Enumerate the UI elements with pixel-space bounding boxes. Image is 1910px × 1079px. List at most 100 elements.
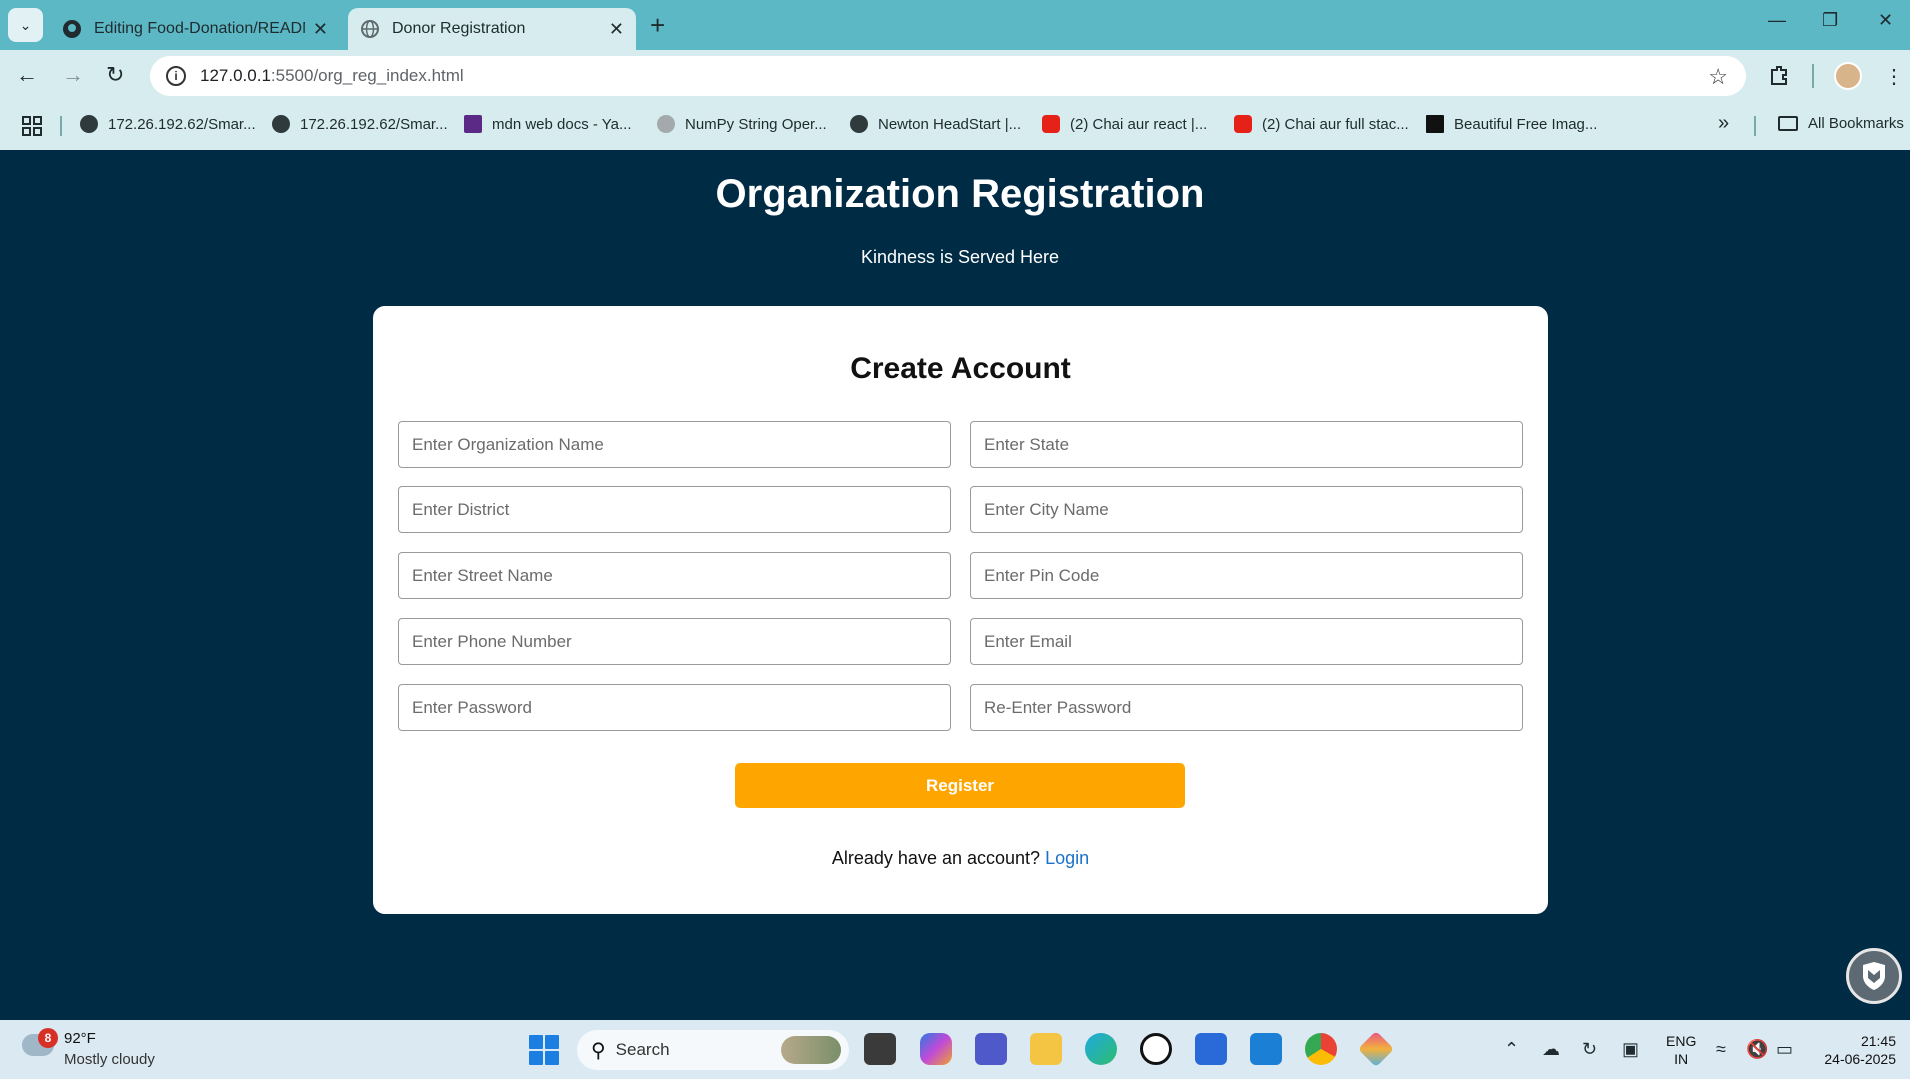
card-title: Create Account <box>850 352 1071 385</box>
bookmark-label: (2) Chai aur react |... <box>1070 115 1208 133</box>
windows-taskbar: 8 92°F Mostly cloudy ⚲ Search ⌃ ☁ ↻ ▣ EN… <box>0 1020 1910 1079</box>
yahoo-icon <box>464 115 482 133</box>
teams-icon[interactable] <box>975 1033 1007 1065</box>
onedrive-icon[interactable]: ☁ <box>1542 1039 1560 1060</box>
system-clock[interactable]: 21:45 24-06-2025 <box>1806 1032 1896 1068</box>
weather-temperature[interactable]: 92°F <box>64 1030 96 1047</box>
language-indicator[interactable]: ENG IN <box>1666 1032 1696 1068</box>
bookmark-item[interactable]: Beautiful Free Imag... <box>1426 115 1597 133</box>
tab-editing-readme[interactable]: Editing Food-Donation/READM ✕ <box>50 8 340 50</box>
menu-kebab-icon[interactable]: ⋮ <box>1884 64 1904 89</box>
profile-avatar[interactable] <box>1834 62 1862 90</box>
all-bookmarks-button[interactable]: All Bookmarks <box>1778 115 1904 132</box>
page-title: Organization Registration <box>715 172 1205 216</box>
github-icon <box>62 19 82 39</box>
chevron-up-icon[interactable]: ⌃ <box>1504 1039 1519 1060</box>
bookmark-label: Newton HeadStart |... <box>878 115 1022 133</box>
address-url[interactable]: 127.0.0.1:5500/org_reg_index.html <box>200 66 464 86</box>
bookmark-item[interactable]: 172.26.192.62/Smar... <box>80 115 256 133</box>
site-info-icon[interactable]: i <box>166 66 186 86</box>
tab-bar: ⌄ Editing Food-Donation/READM ✕ Donor Re… <box>0 0 1910 50</box>
file-explorer-icon[interactable] <box>1030 1033 1062 1065</box>
taskbar-search[interactable]: ⚲ Search <box>577 1030 849 1070</box>
phone-input[interactable] <box>398 618 951 665</box>
youtube-icon <box>1234 115 1252 133</box>
bookmark-label: Beautiful Free Imag... <box>1454 115 1598 133</box>
bookmarks-bar: 172.26.192.62/Smar... 172.26.192.62/Smar… <box>0 102 1910 150</box>
bookmark-item[interactable]: NumPy String Oper... <box>657 115 827 133</box>
dell-icon[interactable] <box>1140 1033 1172 1065</box>
store-icon[interactable] <box>1195 1033 1227 1065</box>
shield-icon[interactable] <box>1846 948 1902 1004</box>
forward-arrow-icon[interactable]: → <box>62 62 84 88</box>
chrome-icon[interactable] <box>1305 1033 1337 1065</box>
password-input[interactable] <box>398 684 951 731</box>
organization-name-input[interactable] <box>398 421 951 468</box>
battery-icon[interactable]: ▭ <box>1776 1039 1793 1060</box>
login-prompt: Already have an account? Login <box>373 848 1548 869</box>
wifi-icon[interactable]: ≈ <box>1716 1039 1726 1060</box>
bookmark-label: NumPy String Oper... <box>685 115 827 133</box>
bookmark-item[interactable]: mdn web docs - Ya... <box>464 115 632 133</box>
region-code: IN <box>1674 1051 1689 1067</box>
globe-icon <box>272 115 290 133</box>
back-arrow-icon[interactable]: ← <box>16 62 38 88</box>
globe-icon <box>360 19 380 39</box>
tab-title: Donor Registration <box>392 20 526 37</box>
bookmark-item[interactable]: 172.26.192.62/Smar... <box>272 115 448 133</box>
url-host: 127.0.0.1 <box>200 66 271 85</box>
task-view-icon[interactable] <box>864 1033 896 1065</box>
search-icon: ⚲ <box>591 1039 606 1062</box>
state-input[interactable] <box>970 421 1523 468</box>
close-icon[interactable]: ✕ <box>313 19 328 40</box>
youtube-icon <box>1042 115 1060 133</box>
app-icon[interactable] <box>1357 1030 1395 1068</box>
city-input[interactable] <box>970 486 1523 533</box>
login-link[interactable]: Login <box>1045 848 1089 868</box>
bookmark-label: 172.26.192.62/Smar... <box>108 115 256 133</box>
new-tab-icon[interactable]: + <box>650 12 665 38</box>
street-input[interactable] <box>398 552 951 599</box>
apps-grid-icon[interactable] <box>22 116 42 142</box>
all-bookmarks-label: All Bookmarks <box>1808 115 1904 132</box>
page-content: Organization Registration Kindness is Se… <box>0 150 1910 1020</box>
bookmark-item[interactable]: (2) Chai aur full stac... <box>1234 115 1409 133</box>
folder-icon <box>1778 116 1798 131</box>
copilot-icon[interactable] <box>920 1033 952 1065</box>
globe-icon <box>80 115 98 133</box>
chevron-down-icon: ⌄ <box>19 16 32 33</box>
page-subtitle: Kindness is Served Here <box>860 247 1060 267</box>
window-close-icon[interactable]: ✕ <box>1878 10 1893 31</box>
email-input[interactable] <box>970 618 1523 665</box>
volume-muted-icon[interactable]: 🔇 <box>1746 1039 1768 1060</box>
address-bar[interactable]: i 127.0.0.1:5500/org_reg_index.html ☆ <box>150 56 1746 96</box>
edge-icon[interactable] <box>1085 1033 1117 1065</box>
tab-search-button[interactable]: ⌄ <box>8 8 43 42</box>
bookmark-item[interactable]: (2) Chai aur react |... <box>1042 115 1207 133</box>
extensions-icon[interactable] <box>1768 64 1790 92</box>
district-input[interactable] <box>398 486 951 533</box>
restore-icon[interactable]: ❐ <box>1822 10 1838 31</box>
vscode-icon[interactable] <box>1250 1033 1282 1065</box>
clock-date: 24-06-2025 <box>1824 1051 1896 1067</box>
weather-description[interactable]: Mostly cloudy <box>64 1051 155 1068</box>
bookmarks-divider <box>60 116 62 136</box>
sync-icon[interactable]: ↻ <box>1582 1039 1597 1060</box>
url-path: :5500/org_reg_index.html <box>270 66 464 85</box>
close-icon[interactable]: ✕ <box>609 19 624 40</box>
minimize-icon[interactable]: — <box>1768 10 1786 31</box>
chevron-double-right-icon[interactable]: » <box>1718 112 1729 135</box>
confirm-password-input[interactable] <box>970 684 1523 731</box>
display-icon[interactable]: ▣ <box>1622 1039 1639 1060</box>
bookmark-label: (2) Chai aur full stac... <box>1262 115 1409 133</box>
search-label: Search <box>615 1040 670 1059</box>
bookmark-star-icon[interactable]: ☆ <box>1708 64 1728 90</box>
register-button[interactable]: Register <box>735 763 1185 808</box>
tab-donor-registration[interactable]: Donor Registration ✕ <box>348 8 636 50</box>
bookmark-label: mdn web docs - Ya... <box>492 115 632 133</box>
windows-start-icon[interactable] <box>529 1035 559 1065</box>
bookmark-item[interactable]: Newton HeadStart |... <box>850 115 1021 133</box>
reload-icon[interactable]: ↻ <box>106 62 124 88</box>
pin-code-input[interactable] <box>970 552 1523 599</box>
clock-time: 21:45 <box>1860 1033 1896 1049</box>
